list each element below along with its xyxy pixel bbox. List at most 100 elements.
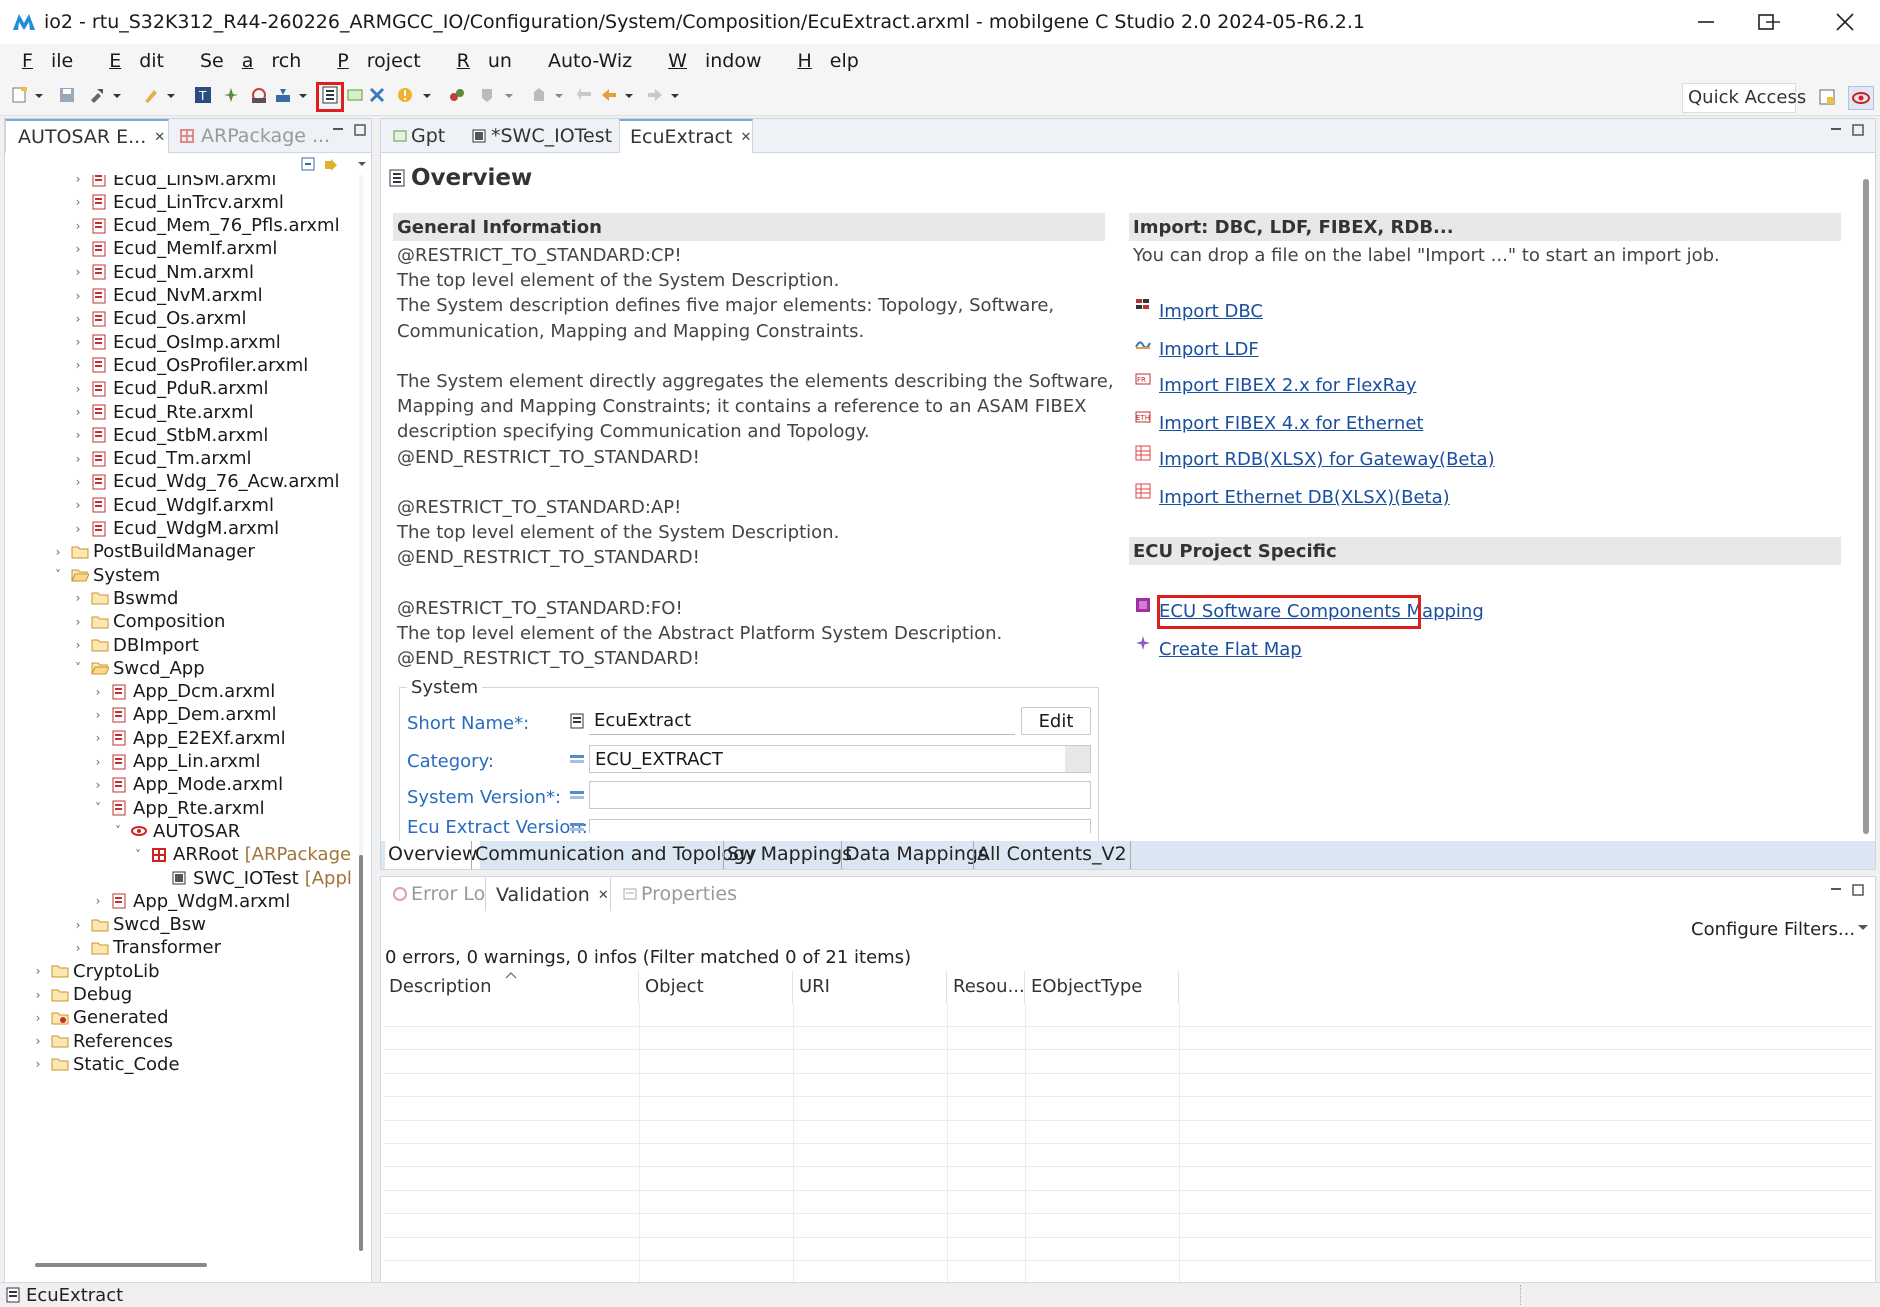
import-fibex-ethernet-link[interactable]: Import FIBEX 4.x for Ethernet [1159, 413, 1423, 434]
chevron-down-icon[interactable]: ˅ [71, 661, 85, 675]
chevron-right-icon[interactable]: › [91, 731, 105, 745]
tree-item[interactable]: › Ecud_Rte.arxml [71, 399, 254, 425]
green-box-icon[interactable] [346, 86, 364, 104]
chevron-right-icon[interactable]: › [31, 988, 45, 1002]
tree-item[interactable]: › App_Lin.arxml [91, 749, 261, 775]
chevron-right-icon[interactable]: › [71, 358, 85, 372]
chevron-right-icon[interactable]: › [71, 615, 85, 629]
tree-item[interactable]: › App_WdgM.arxml [91, 888, 291, 914]
new-icon[interactable] [10, 86, 28, 104]
edit-button[interactable]: Edit [1021, 707, 1091, 735]
menu-file[interactable]: File [4, 50, 91, 72]
tree-item[interactable]: › References [31, 1028, 173, 1054]
maximize-editor-icon[interactable] [1851, 123, 1865, 137]
chevron-right-icon[interactable]: › [71, 522, 85, 536]
tab-communication-topology[interactable]: Communication and Topology [471, 841, 759, 869]
menu-window[interactable]: Window [650, 50, 779, 72]
tab-gpt[interactable]: Gpt [387, 119, 451, 153]
pencil-icon[interactable] [142, 86, 160, 104]
category-label[interactable]: Category: [407, 751, 494, 772]
prev-annotation-icon[interactable] [530, 86, 548, 104]
chevron-down-icon[interactable]: ˅ [131, 848, 145, 862]
system-version-input[interactable] [589, 781, 1091, 809]
tree-item[interactable]: › Ecud_OsProfiler.arxml [71, 352, 309, 378]
build-dropdown-icon[interactable] [112, 86, 122, 104]
chevron-right-icon[interactable]: › [51, 545, 65, 559]
close-tab-icon[interactable]: ✕ [741, 130, 752, 145]
import-dropdown-icon[interactable] [298, 86, 308, 104]
maximize-view-icon[interactable] [353, 123, 367, 137]
chevron-right-icon[interactable]: › [71, 265, 85, 279]
chevron-right-icon[interactable]: › [91, 685, 105, 699]
chevron-right-icon[interactable]: › [71, 498, 85, 512]
tab-arpackage[interactable]: ARPackage ... [173, 119, 336, 153]
chevron-right-icon[interactable]: › [71, 918, 85, 932]
tab-validation[interactable]: Validation ✕ [485, 877, 611, 911]
tree-item[interactable]: › Ecud_LinTrcv.arxml [71, 189, 284, 215]
tab-autosar-explorer[interactable]: AUTOSAR E... ✕ [5, 119, 169, 153]
import-tool-icon[interactable] [274, 86, 292, 104]
chevron-right-icon[interactable]: › [71, 175, 85, 186]
tree-item[interactable]: › Ecud_WdgIf.arxml [71, 492, 274, 518]
editor-vertical-scrollbar[interactable] [1863, 179, 1869, 834]
tree-item[interactable]: › App_E2EXf.arxml [91, 725, 286, 751]
tree-vertical-scrollbar[interactable] [359, 175, 363, 1251]
import-ethernet-db-link[interactable]: Import Ethernet DB(XLSX)(Beta) [1159, 487, 1450, 508]
menu-project[interactable]: Project [319, 50, 438, 72]
ecu-extract-version-input[interactable] [589, 819, 1091, 833]
prev-dropdown-icon[interactable] [554, 86, 564, 104]
link-with-editor-icon[interactable] [323, 157, 341, 173]
tab-overview[interactable]: Overview [385, 841, 481, 869]
chevron-right-icon[interactable]: › [91, 894, 105, 908]
maximize-view-icon[interactable] [1851, 883, 1865, 897]
short-name-input[interactable]: EcuExtract [589, 707, 1015, 735]
chevron-down-icon[interactable]: ˅ [91, 801, 105, 815]
view-menu-icon[interactable] [1857, 923, 1869, 933]
open-perspective-icon[interactable] [1818, 88, 1836, 106]
column-eobjecttype[interactable]: EObjectType [1025, 971, 1179, 1003]
chevron-right-icon[interactable]: › [71, 475, 85, 489]
tree-item[interactable]: › Ecud_Nm.arxml [71, 259, 254, 285]
ecu-extract-version-label[interactable]: Ecu Extract Version: [407, 819, 588, 833]
chevron-right-icon[interactable]: › [71, 382, 85, 396]
tree-item[interactable]: › App_Dem.arxml [91, 702, 277, 728]
menu-run[interactable]: Run [439, 50, 530, 72]
tab-properties[interactable]: Properties [617, 877, 743, 911]
chevron-right-icon[interactable]: › [71, 452, 85, 466]
chevron-right-icon[interactable]: › [71, 335, 85, 349]
tree-item[interactable]: › Ecud_Tm.arxml [71, 446, 252, 472]
tree-item[interactable]: › Ecud_WdgM.arxml [71, 516, 280, 542]
maximize-icon[interactable] [1758, 14, 1774, 30]
tree-item[interactable]: › Static_Code [31, 1051, 180, 1077]
tree-item[interactable]: › CryptoLib [31, 958, 160, 984]
chevron-right-icon[interactable]: › [71, 638, 85, 652]
tab-all-contents-v2[interactable]: All Contents_V2 [973, 841, 1131, 869]
tree-item[interactable]: SWC_IOTest[ApplicationSwComponentType] [151, 865, 351, 891]
chevron-right-icon[interactable]: › [31, 1057, 45, 1071]
minimize-view-icon[interactable] [331, 123, 345, 137]
chevron-right-icon[interactable]: › [71, 405, 85, 419]
tree-horizontal-scrollbar[interactable] [35, 1263, 207, 1267]
quick-access-input[interactable]: Quick Access [1682, 83, 1806, 113]
tree-item[interactable]: › Ecud_MemIf.arxml [71, 236, 278, 262]
tree-item[interactable]: › Transformer [71, 935, 221, 961]
chevron-right-icon[interactable]: › [71, 289, 85, 303]
chevron-right-icon[interactable]: › [71, 941, 85, 955]
editor-scroll-thumb[interactable] [1863, 179, 1869, 834]
tab-sw-mappings[interactable]: Sw Mappings [723, 841, 855, 869]
minimize-view-icon[interactable] [1829, 883, 1843, 897]
tree-item[interactable]: › Ecud_OsImp.arxml [71, 329, 281, 355]
build-icon[interactable] [88, 86, 106, 104]
chevron-right-icon[interactable]: › [71, 242, 85, 256]
menu-help[interactable]: Help [779, 50, 876, 72]
short-name-label[interactable]: Short Name*: [407, 713, 529, 734]
chevron-right-icon[interactable]: › [91, 708, 105, 722]
tree-item[interactable]: › Bswmd [71, 585, 179, 611]
import-dbc-link[interactable]: Import DBC [1159, 301, 1263, 322]
next-dropdown-icon[interactable] [504, 86, 514, 104]
next-annotation-icon[interactable] [478, 86, 496, 104]
tree-item[interactable]: › Debug [31, 982, 133, 1008]
tree-item[interactable]: › PostBuildManager [51, 539, 255, 565]
forward-dropdown-icon[interactable] [670, 86, 680, 104]
create-flat-map-link[interactable]: Create Flat Map [1159, 639, 1302, 660]
